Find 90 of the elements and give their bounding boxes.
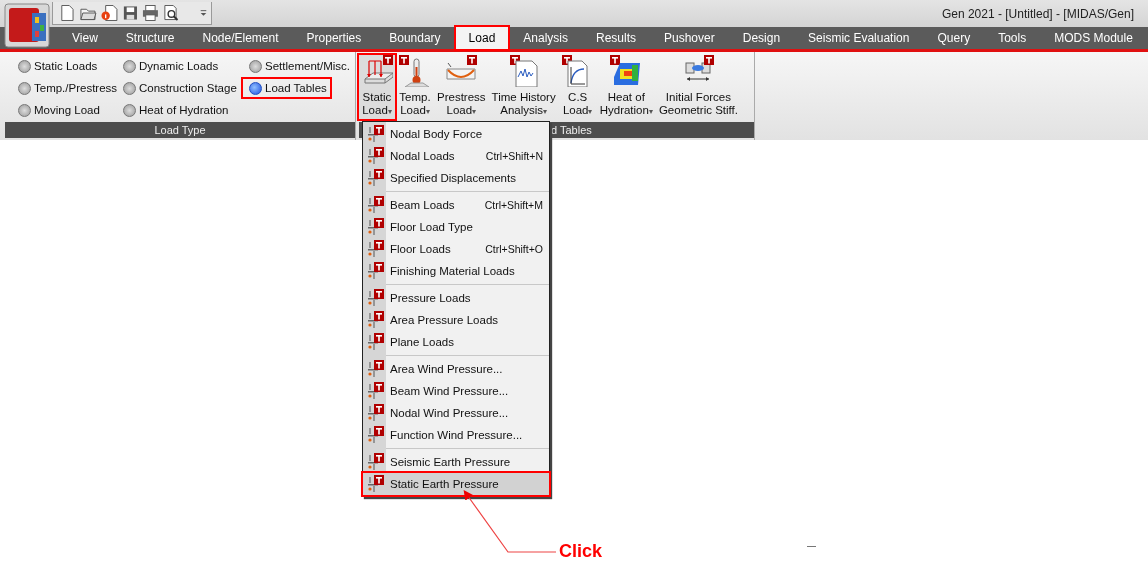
document-info-icon[interactable] — [100, 4, 118, 22]
static-load-icon — [361, 55, 393, 87]
load-tool-icon — [365, 333, 384, 351]
menu-item[interactable]: Static Earth Pressure — [363, 473, 549, 495]
print-icon[interactable] — [142, 4, 160, 22]
radio-option[interactable]: Moving Load — [12, 101, 103, 119]
ribbon-tab[interactable]: Results — [583, 27, 649, 49]
menu-item-label: Floor Loads — [390, 243, 451, 255]
ribbon-tab[interactable]: MODS Module — [1041, 27, 1146, 49]
menu-item-label: Floor Load Type — [390, 221, 473, 233]
callout-label: Click — [559, 541, 603, 562]
load-tool-icon — [365, 147, 384, 165]
shortcut-label: Ctrl+Shift+O — [485, 243, 543, 255]
window-title: Gen 2021 - [Untitled] - [MIDAS/Gen] — [941, 6, 1134, 21]
radio-option[interactable]: Dynamic Loads — [117, 57, 222, 75]
ribbon-tab[interactable]: Tools — [985, 27, 1040, 49]
radio-option[interactable]: Heat of Hydration — [117, 101, 232, 119]
ribbon-tab[interactable]: Structure — [112, 27, 188, 49]
load-tool-icon — [365, 169, 384, 187]
menu-item[interactable]: Area Pressure Loads — [363, 309, 549, 331]
ribbon-tab[interactable]: Seismic Evaluation — [795, 27, 923, 49]
menu-item[interactable]: Nodal Wind Pressure... — [363, 402, 549, 424]
ribbon-button[interactable]: Static Load▾ — [359, 55, 395, 119]
ribbon-tab[interactable]: Properties — [293, 27, 375, 49]
menu-item-label: Area Wind Pressure... — [390, 363, 503, 375]
menu-item[interactable]: Beam Loads Ctrl+Shift+M — [363, 194, 549, 216]
ribbon-button[interactable]: Time History Analysis▾ — [489, 55, 558, 119]
ribbon-tab[interactable]: View — [59, 27, 111, 49]
load-tool-icon — [365, 289, 384, 307]
menu-item-label: Specified Displacements — [390, 172, 516, 184]
menu-item-label: Area Pressure Loads — [390, 314, 499, 326]
menu-item[interactable]: Finishing Material Loads — [363, 260, 549, 282]
load-tool-icon — [365, 426, 384, 444]
ribbon-button[interactable]: Prestress Load▾ — [435, 55, 488, 119]
menu-item[interactable]: Specified Displacements — [363, 167, 549, 189]
menu-item-label: Nodal Loads — [390, 150, 455, 162]
menu-item-label: Plane Loads — [390, 336, 454, 348]
menu-item-label: Nodal Wind Pressure... — [390, 407, 509, 419]
load-tool-icon — [365, 196, 384, 214]
ribbon-button[interactable]: Heat of Hydration▾ — [597, 55, 655, 119]
group-label: Load Type — [5, 122, 355, 138]
ribbon-tab[interactable]: Pushover — [651, 27, 728, 49]
menu-item[interactable]: Floor Load Type — [363, 216, 549, 238]
menu-item-label: Finishing Material Loads — [390, 265, 515, 277]
shortcut-label: Ctrl+Shift+M — [484, 199, 543, 211]
ribbon-tab[interactable]: Node/Element — [189, 27, 292, 49]
ribbon-tab[interactable]: Load — [455, 27, 509, 49]
load-tool-icon — [365, 453, 384, 471]
menu-item-label: Function Wind Pressure... — [390, 429, 523, 441]
menu-item-label: Beam Loads — [390, 199, 455, 211]
thermometer-icon — [399, 55, 431, 87]
load-tool-icon — [365, 475, 384, 493]
ribbon-tab[interactable]: Query — [924, 27, 984, 49]
menu-item[interactable]: Seismic Earth Pressure — [363, 451, 549, 473]
load-tool-icon — [365, 125, 384, 143]
ribbon-button[interactable]: C.S Load▾ — [559, 55, 596, 119]
load-tool-icon — [365, 311, 384, 329]
radio-option[interactable]: Settlement/Misc. — [243, 57, 353, 75]
menu-item[interactable]: Nodal Loads Ctrl+Shift+N — [363, 145, 549, 167]
load-tool-icon — [365, 262, 384, 280]
ribbon-tab[interactable]: Analysis — [510, 27, 581, 49]
menu-item[interactable]: Pressure Loads — [363, 287, 549, 309]
menu-item[interactable]: Beam Wind Pressure... — [363, 380, 549, 402]
radio-option[interactable]: Load Tables — [243, 79, 330, 97]
menu-item[interactable]: Plane Loads — [363, 331, 549, 353]
ribbon-button[interactable]: Initial Forces Geometric Stiff. — [656, 55, 740, 119]
print-preview-icon[interactable] — [163, 4, 181, 22]
ribbon-tab[interactable]: Design — [729, 27, 794, 49]
ribbon-tab[interactable]: Boundary — [376, 27, 454, 49]
menu-item[interactable]: Area Wind Pressure... — [363, 358, 549, 380]
radio-option[interactable]: Static Loads — [12, 57, 101, 75]
chart-document-icon — [507, 55, 540, 87]
load-tool-icon — [365, 404, 384, 422]
shortcut-label: Ctrl+Shift+N — [485, 150, 543, 162]
menu-item[interactable]: Function Wind Pressure... — [363, 424, 549, 446]
menu-item[interactable]: Floor Loads Ctrl+Shift+O — [363, 238, 549, 260]
menu-item-label: Static Earth Pressure — [390, 478, 499, 490]
load-tool-icon — [365, 382, 384, 400]
menu-item-label: Beam Wind Pressure... — [390, 385, 509, 397]
app-logo-icon[interactable] — [4, 3, 50, 48]
menu-item-label: Nodal Body Force — [390, 128, 483, 140]
load-tool-icon — [365, 240, 384, 258]
load-tool-icon — [365, 360, 384, 378]
load-tool-icon — [365, 218, 384, 236]
menu-item-label: Pressure Loads — [390, 292, 471, 304]
heat-map-block-icon — [610, 55, 643, 87]
ribbon-button[interactable]: Temp. Load▾ — [397, 55, 433, 119]
new-document-icon[interactable] — [59, 4, 76, 22]
menu-item-label: Seismic Earth Pressure — [390, 456, 511, 468]
save-icon[interactable] — [121, 4, 139, 22]
